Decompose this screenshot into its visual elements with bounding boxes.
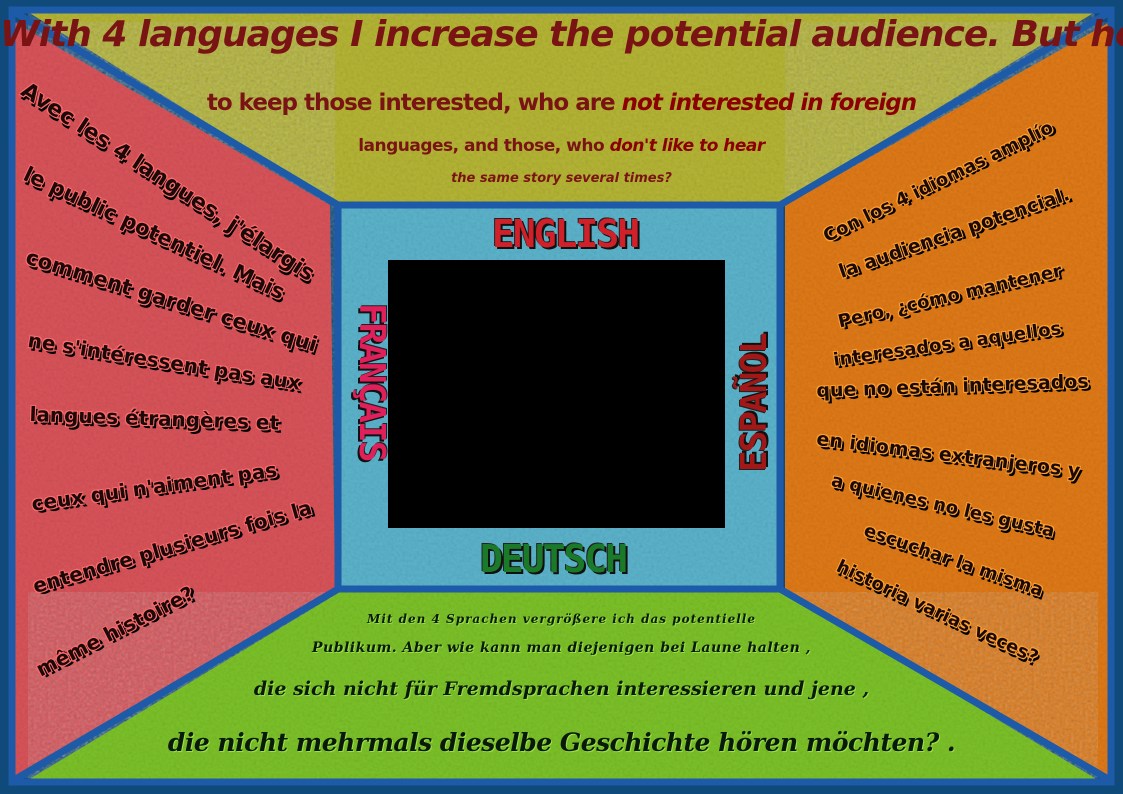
de-line-4: die nicht mehrmals dieselbe Geschichte h… bbox=[167, 728, 956, 757]
screen bbox=[388, 260, 725, 528]
label-espanol: ESPAÑOL bbox=[734, 334, 775, 472]
label-francais: FRANÇAIS bbox=[351, 303, 392, 461]
label-deutsch: DEUTSCH bbox=[480, 537, 628, 581]
top-line-2: to keep those interested, who are not in… bbox=[206, 90, 917, 116]
label-english: ENGLISH bbox=[492, 212, 640, 256]
de-line-1: Mit den 4 Sprachen vergrößere ich das po… bbox=[367, 612, 756, 626]
de-line-3: die sich nicht für Fremdsprachen interes… bbox=[253, 678, 870, 700]
room-poster: With 4 languages I increase the potentia… bbox=[0, 0, 1123, 794]
de-line-2: Publikum. Aber wie kann man diejenigen b… bbox=[311, 640, 812, 656]
top-line-3: languages, and those, who don't like to … bbox=[358, 136, 765, 156]
top-line-1: With 4 languages I increase the potentia… bbox=[0, 14, 1123, 55]
